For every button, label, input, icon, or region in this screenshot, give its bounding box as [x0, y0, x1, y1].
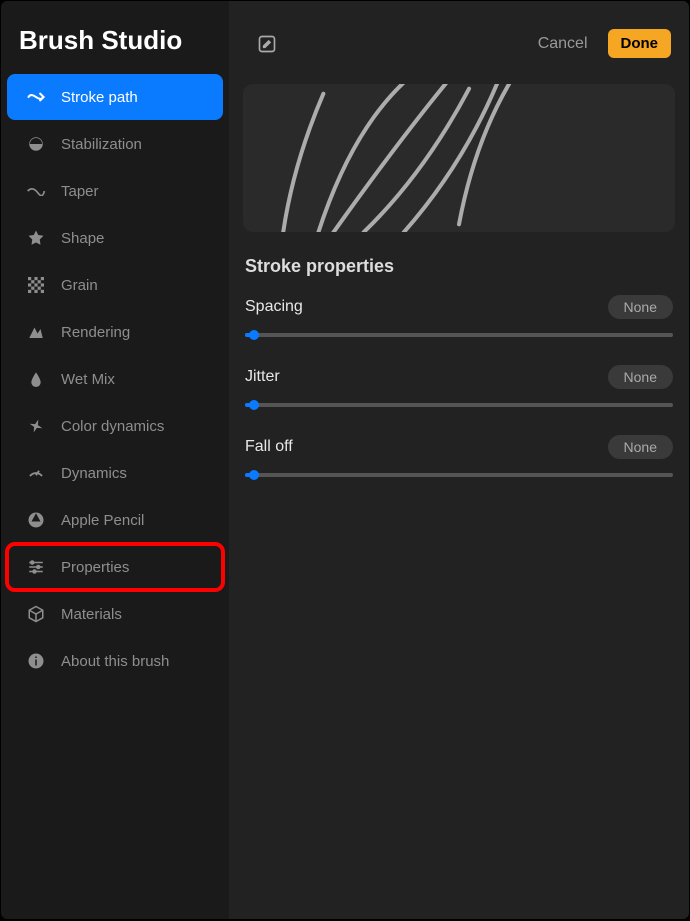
about-icon: [25, 650, 47, 672]
sidebar: Brush Studio Stroke path Stabilization T…: [1, 1, 229, 919]
sidebar-item-label: Grain: [61, 277, 98, 294]
sidebar-item-label: Rendering: [61, 324, 130, 341]
sidebar-item-label: Taper: [61, 183, 99, 200]
sidebar-item-rendering[interactable]: Rendering: [7, 309, 223, 355]
stabilization-icon: [25, 133, 47, 155]
sidebar-item-wet-mix[interactable]: Wet Mix: [7, 356, 223, 402]
sidebar-item-color-dynamics[interactable]: Color dynamics: [7, 403, 223, 449]
sidebar-item-label: Apple Pencil: [61, 512, 144, 529]
materials-icon: [25, 603, 47, 625]
slider-spacing: Spacing None: [229, 295, 689, 365]
taper-icon: [25, 180, 47, 202]
slider-value-badge[interactable]: None: [608, 365, 673, 389]
sidebar-item-label: Dynamics: [61, 465, 127, 482]
edit-button[interactable]: [253, 30, 281, 58]
sidebar-item-dynamics[interactable]: Dynamics: [7, 450, 223, 496]
slider-value-badge[interactable]: None: [608, 295, 673, 319]
sidebar-item-shape[interactable]: Shape: [7, 215, 223, 261]
brush-preview: [243, 84, 675, 232]
dynamics-icon: [25, 462, 47, 484]
grain-icon: [25, 274, 47, 296]
shape-icon: [25, 227, 47, 249]
sidebar-item-label: Shape: [61, 230, 104, 247]
page-title: Brush Studio: [1, 1, 229, 74]
sidebar-item-stabilization[interactable]: Stabilization: [7, 121, 223, 167]
stroke-path-icon: [25, 86, 47, 108]
sidebar-item-label: Materials: [61, 606, 122, 623]
sidebar-item-about[interactable]: About this brush: [7, 638, 223, 684]
slider-track[interactable]: [245, 333, 673, 337]
sidebar-item-properties[interactable]: Properties: [7, 544, 223, 590]
sidebar-item-stroke-path[interactable]: Stroke path: [7, 74, 223, 120]
sidebar-item-label: About this brush: [61, 653, 169, 670]
sidebar-item-label: Color dynamics: [61, 418, 164, 435]
wet-mix-icon: [25, 368, 47, 390]
header: Cancel Done: [229, 1, 689, 76]
sidebar-item-taper[interactable]: Taper: [7, 168, 223, 214]
apple-pencil-icon: [25, 509, 47, 531]
slider-label: Spacing: [245, 298, 303, 316]
slider-value-badge[interactable]: None: [608, 435, 673, 459]
slider-label: Jitter: [245, 368, 280, 386]
sidebar-item-label: Properties: [61, 559, 129, 576]
sidebar-item-label: Stabilization: [61, 136, 142, 153]
slider-label: Fall off: [245, 438, 293, 456]
slider-jitter: Jitter None: [229, 365, 689, 435]
done-button[interactable]: Done: [608, 29, 672, 58]
sidebar-item-label: Stroke path: [61, 89, 138, 106]
sidebar-item-grain[interactable]: Grain: [7, 262, 223, 308]
slider-falloff: Fall off None: [229, 435, 689, 505]
section-title: Stroke properties: [229, 252, 689, 295]
sidebar-item-label: Wet Mix: [61, 371, 115, 388]
properties-icon: [25, 556, 47, 578]
slider-track[interactable]: [245, 403, 673, 407]
main-panel: Cancel Done Stroke properties Spacing: [229, 1, 689, 919]
cancel-button[interactable]: Cancel: [538, 35, 588, 53]
color-dynamics-icon: [25, 415, 47, 437]
rendering-icon: [25, 321, 47, 343]
slider-track[interactable]: [245, 473, 673, 477]
sidebar-item-materials[interactable]: Materials: [7, 591, 223, 637]
sidebar-item-apple-pencil[interactable]: Apple Pencil: [7, 497, 223, 543]
